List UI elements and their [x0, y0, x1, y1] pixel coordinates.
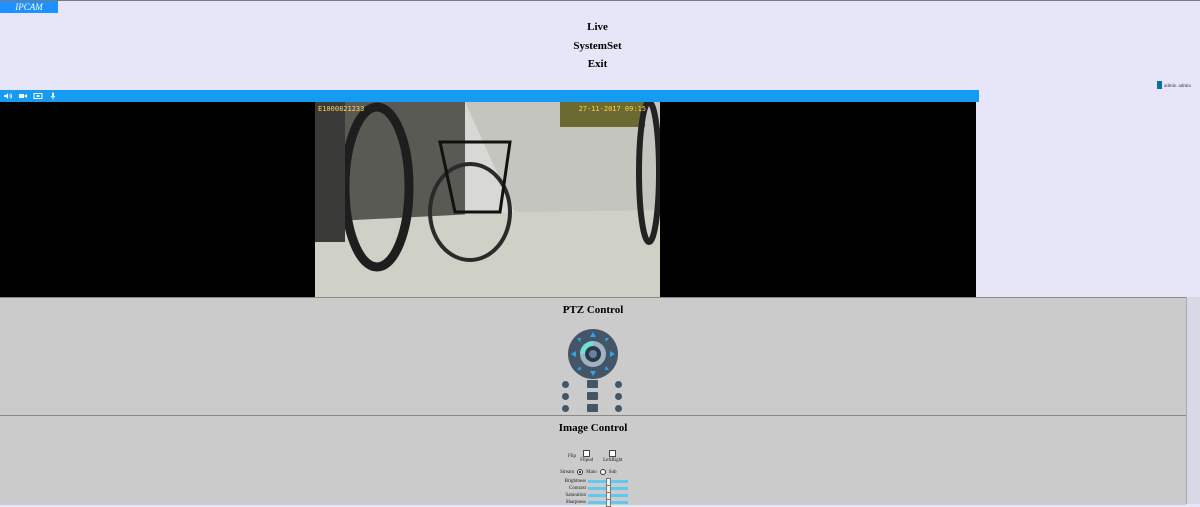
top-border — [0, 0, 1200, 1]
user-info: admin admin — [1157, 81, 1191, 89]
brightness-slider[interactable] — [588, 478, 628, 486]
flip-row: Flip Flipud LeftRight — [568, 450, 628, 463]
ptz-panel: PTZ Control — [0, 297, 1186, 423]
leftright-label: LeftRight — [603, 458, 623, 463]
leftright-checkbox[interactable] — [609, 450, 617, 457]
saturation-slider-row: Saturation — [560, 492, 628, 500]
ptz-focus-near-button[interactable] — [562, 392, 569, 400]
stream-label: Stream — [560, 469, 575, 475]
stream-main-label: Main — [586, 469, 597, 475]
ptz-zoom-out-button[interactable] — [615, 380, 622, 388]
osd-camera-id: E1000821233 — [318, 105, 365, 113]
contrast-slider-row: Contrast — [560, 485, 628, 493]
ptz-title: PTZ Control — [562, 304, 624, 316]
camera-scene — [315, 102, 660, 297]
sharpness-slider-thumb[interactable] — [606, 499, 611, 507]
video-area[interactable]: E1000821233 27-11-2017 09:15 — [0, 102, 976, 297]
flip-leftright-option[interactable]: LeftRight — [603, 450, 623, 463]
osd-timestamp: 27-11-2017 09:15 — [578, 105, 646, 113]
live-video-frame[interactable]: E1000821233 27-11-2017 09:15 — [315, 102, 660, 297]
flipud-label: Flipud — [580, 458, 594, 463]
brightness-label: Brightness — [564, 479, 586, 484]
sharpness-slider-row: Sharpness — [560, 499, 628, 507]
ptz-focus-far-button[interactable] — [615, 392, 622, 400]
nav-system-set[interactable]: SystemSet — [0, 37, 1195, 56]
main-nav: Live SystemSet Exit — [0, 18, 1195, 74]
sharpness-label: Sharpness — [565, 500, 586, 505]
contrast-slider[interactable] — [588, 485, 628, 493]
microphone-icon[interactable] — [48, 92, 58, 101]
ptz-preset-button[interactable] — [586, 380, 598, 388]
record-icon[interactable] — [18, 92, 28, 101]
nav-live[interactable]: Live — [0, 18, 1195, 37]
stream-main-radio[interactable] — [577, 469, 584, 475]
snapshot-icon[interactable] — [33, 92, 43, 101]
user-name: admin — [1164, 84, 1177, 89]
saturation-slider[interactable] — [588, 492, 628, 500]
brightness-slider-row: Brightness — [560, 478, 628, 486]
flip-label: Flip — [568, 454, 577, 459]
image-panel: Image Control Flip Flipud LeftRight Stre… — [0, 415, 1186, 507]
saturation-label: Saturation — [565, 493, 586, 498]
image-title: Image Control — [558, 422, 628, 434]
ptz-cruise-button[interactable] — [586, 392, 598, 400]
contrast-label: Contrast — [569, 486, 586, 491]
stream-row: Stream Main Sub — [560, 469, 628, 475]
ptz-direction-wheel[interactable] — [567, 328, 619, 380]
speaker-icon[interactable] — [3, 92, 13, 101]
ptz-iris-open-button[interactable] — [562, 404, 569, 412]
nav-exit[interactable]: Exit — [0, 55, 1195, 74]
flip-flipud-option[interactable]: Flipud — [580, 450, 593, 463]
stream-sub-label: Sub — [608, 469, 617, 475]
image-sliders: Brightness Contrast Saturation Sharpness — [560, 478, 628, 507]
app-logo: IPCAM — [0, 1, 58, 13]
image-controls: Flip Flipud LeftRight Stream Main Sub Br… — [560, 450, 628, 507]
ptz-iris-close-button[interactable] — [615, 404, 622, 412]
flipud-checkbox[interactable] — [583, 450, 591, 457]
ptz-scan-button[interactable] — [586, 404, 598, 412]
user-icon — [1157, 81, 1162, 89]
video-toolbar — [0, 90, 979, 102]
stream-sub-radio[interactable] — [599, 469, 606, 475]
user-role: admin — [1178, 84, 1192, 89]
ptz-zoom-in-button[interactable] — [562, 380, 569, 388]
page-scrollbar[interactable] — [1186, 297, 1200, 504]
